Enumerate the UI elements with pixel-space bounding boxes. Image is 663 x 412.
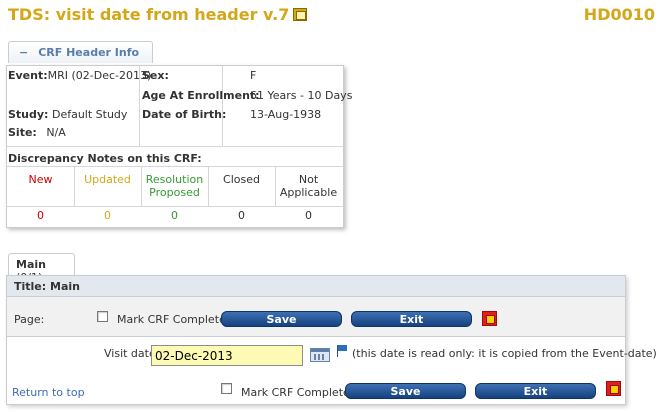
disc-count-closed: 0 (238, 209, 245, 222)
study-value: Default Study (51, 108, 128, 121)
bottom-save-button[interactable]: Save (345, 383, 466, 399)
sex-value: F (250, 69, 257, 82)
flag-icon[interactable] (336, 344, 350, 358)
return-to-top-link[interactable]: Return to top (12, 386, 85, 399)
visit-date-note: (this date is read only: it is copied fr… (352, 347, 657, 360)
mark-crf-complete-checkbox[interactable] (97, 311, 108, 322)
exit-button[interactable]: Exit (351, 311, 472, 327)
dob-label: Date of Birth: (142, 108, 227, 121)
section-title-bar: Title: Main (7, 276, 625, 297)
flag-cloth (338, 345, 347, 351)
divider (208, 166, 209, 206)
study-label: Study: (8, 108, 49, 121)
age-label: Age At Enrollment: (142, 89, 260, 102)
tab-main-label[interactable]: Main (16, 258, 46, 271)
calendar-icon[interactable] (310, 348, 330, 362)
event-field: Event:MRI (02-Dec-2013) (8, 69, 151, 82)
bottom-mark-crf-complete-checkbox[interactable] (221, 383, 232, 394)
divider (7, 166, 343, 167)
event-label: Event: (8, 69, 48, 82)
disc-header-resolution-proposed: Resolution Proposed (145, 173, 204, 199)
crf-info-icon[interactable] (293, 8, 308, 21)
print-icon[interactable] (482, 311, 497, 326)
visit-date-label: Visit date (104, 347, 156, 360)
site-label: Site: (8, 126, 37, 139)
sex-label: Sex: (142, 69, 169, 82)
study-field: Study: Default Study (8, 108, 127, 121)
divider (7, 146, 343, 147)
crf-code: HD0010 (583, 5, 655, 24)
crf-title-text: TDS: visit date from header v.7 (8, 5, 290, 24)
site-field: Site: N/A (8, 126, 66, 139)
dob-value: 13-Aug-1938 (250, 108, 322, 121)
event-value: MRI (02-Dec-2013) (47, 69, 152, 82)
divider (7, 206, 343, 207)
page-title: TDS: visit date from header v.7 (8, 5, 308, 24)
crf-header-info-tab[interactable]: − CRF Header Info (8, 41, 153, 63)
disc-header-updated: Updated (84, 173, 131, 186)
divider (74, 166, 75, 206)
crf-header-info-label[interactable]: CRF Header Info (38, 46, 139, 59)
disc-count-resolution-proposed: 0 (171, 209, 178, 222)
collapse-icon[interactable]: − (19, 46, 28, 59)
bottom-mark-crf-complete-label: Mark CRF Complete (241, 386, 350, 399)
save-button[interactable]: Save (221, 311, 342, 327)
site-value: N/A (46, 126, 66, 139)
disc-count-not-applicable: 0 (305, 209, 312, 222)
page-label: Page: (14, 313, 45, 326)
bottom-print-icon[interactable] (606, 381, 621, 396)
disc-header-closed: Closed (223, 173, 260, 186)
disc-header-not-applicable: Not Applicable (279, 173, 338, 199)
mark-crf-complete-label: Mark CRF Complete (117, 313, 226, 326)
disc-count-updated: 0 (104, 209, 111, 222)
disc-count-new: 0 (37, 209, 44, 222)
visit-date-input[interactable] (151, 345, 303, 366)
divider (222, 66, 223, 146)
disc-header-new: New (28, 173, 53, 186)
tab-main[interactable]: Main (0/1) (8, 253, 75, 284)
discrepancy-notes-title: Discrepancy Notes on this CRF: (8, 152, 202, 165)
bottom-exit-button[interactable]: Exit (475, 383, 596, 399)
age-value: 61 Years - 10 Days (250, 89, 353, 102)
